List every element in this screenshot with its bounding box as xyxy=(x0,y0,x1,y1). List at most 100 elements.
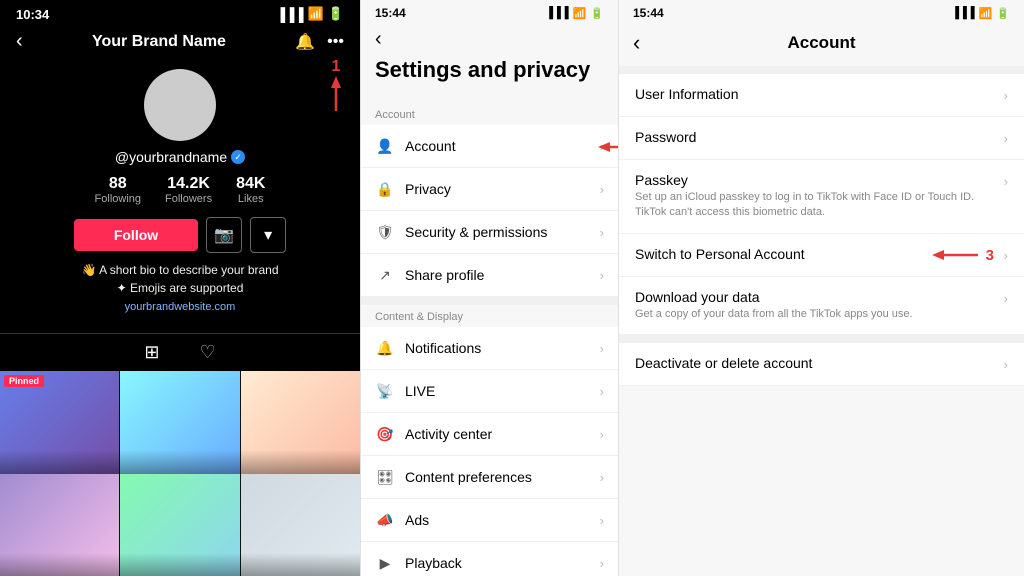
account-battery: 🔋 xyxy=(996,7,1010,20)
grid-tab[interactable]: ⊞ xyxy=(144,342,159,363)
user-info-chevron: › xyxy=(1004,88,1008,103)
deactivate-chevron: › xyxy=(1004,357,1008,372)
account-time: 15:44 xyxy=(633,6,664,20)
notifications-label: Notifications xyxy=(405,340,600,356)
password-title: Password xyxy=(635,129,996,145)
grid-cell-3[interactable]: ▶ 1234 xyxy=(241,371,360,490)
settings-account-item[interactable]: 👤 Account › xyxy=(361,125,618,168)
grid-cell-2[interactable]: ▶ 1234 xyxy=(120,371,239,490)
switch-account-item[interactable]: Switch to Personal Account › xyxy=(619,234,1024,277)
account-status-icons: ▐▐▐ 📶 🔋 xyxy=(951,7,1010,20)
user-info-content: User Information xyxy=(635,86,996,104)
ads-label: Ads xyxy=(405,512,600,528)
liked-tab[interactable]: ♡ xyxy=(199,342,215,363)
share-icon: ↗ xyxy=(375,265,395,285)
cell-gradient-6 xyxy=(241,553,360,576)
account-title: Account xyxy=(788,33,856,53)
settings-live-item[interactable]: 📡 LIVE › xyxy=(361,370,618,413)
settings-signal: ▐▐▐ xyxy=(545,7,568,19)
brand-name-label: Your Brand Name xyxy=(92,33,226,51)
share-chevron: › xyxy=(600,268,604,283)
deactivate-content: Deactivate or delete account xyxy=(635,355,996,373)
followers-stat: 14.2K Followers xyxy=(165,175,212,205)
likes-num: 84K xyxy=(236,175,265,193)
activity-icon: 🎯 xyxy=(375,424,395,444)
wifi-icon: 📶 xyxy=(308,6,324,22)
grid-cell-1[interactable]: Pinned ▶ 1234 xyxy=(0,371,119,490)
status-icons: ▐▐▐ 📶 🔋 xyxy=(276,6,344,22)
username-label: @yourbrandname ✓ xyxy=(115,149,245,165)
ads-chevron: › xyxy=(600,513,604,528)
stats-row: 88 Following 14.2K Followers 84K Likes xyxy=(95,175,266,205)
settings-share-item[interactable]: ↗ Share profile › xyxy=(361,254,618,297)
settings-back-button[interactable]: ‹ xyxy=(361,24,618,53)
account-icon: 👤 xyxy=(375,136,395,156)
website-link[interactable]: yourbrandwebsite.com xyxy=(125,301,236,313)
profile-tabs: ⊞ ♡ xyxy=(0,333,360,371)
security-chevron: › xyxy=(600,225,604,240)
account-wifi: 📶 xyxy=(979,7,993,20)
account-back-button[interactable]: ‹ xyxy=(633,30,640,56)
grid-cell-4[interactable]: ▶ 1234 xyxy=(0,474,119,576)
profile-nav: ‹ Your Brand Name 🔔 ••• xyxy=(0,26,360,61)
bell-icon[interactable]: 🔔 xyxy=(295,32,315,52)
account-section-label: Account xyxy=(361,103,618,125)
download-data-item[interactable]: Download your data Get a copy of your da… xyxy=(619,277,1024,335)
more-icon[interactable]: ••• xyxy=(327,33,344,51)
bio-text: 👋 A short bio to describe your brand ✦ E… xyxy=(57,261,302,297)
divider-1 xyxy=(361,297,618,305)
profile-panel: 10:34 ▐▐▐ 📶 🔋 ‹ Your Brand Name 🔔 ••• @y… xyxy=(0,0,360,576)
user-info-item[interactable]: User Information › xyxy=(619,74,1024,117)
cell-gradient-5 xyxy=(120,553,239,576)
back-button[interactable]: ‹ xyxy=(16,30,23,53)
follow-button[interactable]: Follow xyxy=(74,219,198,251)
live-chevron: › xyxy=(600,384,604,399)
settings-privacy-item[interactable]: 🔒 Privacy › xyxy=(361,168,618,211)
notifications-chevron: › xyxy=(600,341,604,356)
switch-item-wrap: Switch to Personal Account › 3 xyxy=(619,234,1024,277)
account-signal: ▐▐▐ xyxy=(951,7,974,19)
followers-num: 14.2K xyxy=(165,175,212,193)
settings-ads-item[interactable]: 📣 Ads › xyxy=(361,499,618,542)
passkey-content: Passkey Set up an iCloud passkey to log … xyxy=(635,172,996,221)
grid-cell-5[interactable]: ▶ 1234 xyxy=(120,474,239,576)
activity-chevron: › xyxy=(600,427,604,442)
settings-header: Settings and privacy xyxy=(361,53,618,103)
password-item[interactable]: Password › xyxy=(619,117,1024,160)
settings-content-pref-item[interactable]: 🎛 Content preferences › xyxy=(361,456,618,499)
account-item-wrap: 👤 Account › 2 xyxy=(361,125,618,168)
settings-security-item[interactable]: 🛡 Security & permissions › xyxy=(361,211,618,254)
switch-title: Switch to Personal Account xyxy=(635,246,996,262)
header-icons: 🔔 ••• xyxy=(295,32,344,52)
cell-gradient-4 xyxy=(0,553,119,576)
account-nav: ‹ Account xyxy=(619,24,1024,66)
settings-time: 15:44 xyxy=(375,6,406,20)
activity-label: Activity center xyxy=(405,426,600,442)
settings-activity-item[interactable]: 🎯 Activity center › xyxy=(361,413,618,456)
followers-label: Followers xyxy=(165,193,212,205)
following-num: 88 xyxy=(95,175,141,193)
passkey-item[interactable]: Passkey Set up an iCloud passkey to log … xyxy=(619,160,1024,234)
account-mid-divider xyxy=(619,335,1024,343)
passkey-chevron: › xyxy=(1004,174,1008,189)
deactivate-item[interactable]: Deactivate or delete account › xyxy=(619,343,1024,386)
likes-stat: 84K Likes xyxy=(236,175,265,205)
content-pref-icon: 🎛 xyxy=(375,467,395,487)
switch-chevron: › xyxy=(1004,248,1008,263)
grid-cell-6[interactable]: ▶ 1234 xyxy=(241,474,360,576)
passkey-subtitle: Set up an iCloud passkey to log in to Ti… xyxy=(635,190,996,221)
account-chevron: › xyxy=(600,139,604,154)
more-options-button[interactable]: ▾ xyxy=(250,217,286,253)
settings-playback-item[interactable]: ▶ Playback › xyxy=(361,542,618,576)
settings-notifications-item[interactable]: 🔔 Notifications › xyxy=(361,327,618,370)
settings-title: Settings and privacy xyxy=(375,57,604,83)
avatar xyxy=(144,69,216,141)
download-data-title: Download your data xyxy=(635,289,996,305)
instagram-button[interactable]: 📷 xyxy=(206,217,242,253)
settings-battery: 🔋 xyxy=(590,7,604,20)
verified-badge: ✓ xyxy=(231,150,245,164)
profile-time: 10:34 xyxy=(16,7,49,22)
download-data-subtitle: Get a copy of your data from all the Tik… xyxy=(635,307,996,322)
security-label: Security & permissions xyxy=(405,224,600,240)
security-icon: 🛡 xyxy=(375,222,395,242)
